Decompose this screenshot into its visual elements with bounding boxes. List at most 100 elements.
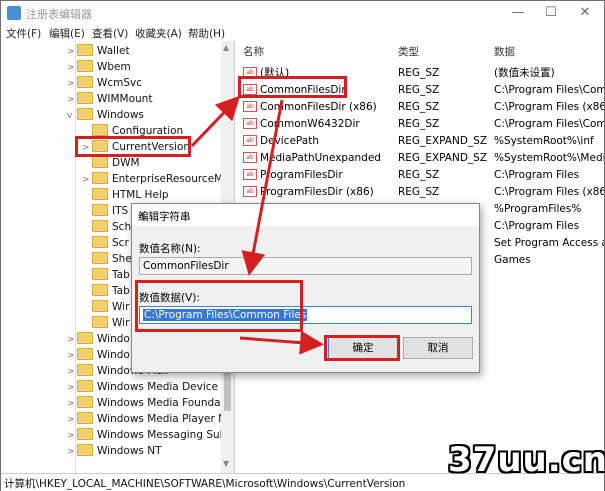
tree-item[interactable]: Scr xyxy=(82,235,129,251)
value-name: ProgramFilesDir (x86) xyxy=(260,186,374,198)
tree-item[interactable]: > Wbem xyxy=(67,59,131,75)
string-value-icon: ab xyxy=(243,151,257,163)
chevron-right-icon[interactable]: > xyxy=(67,76,77,92)
dialog-close-icon[interactable]: ✕ xyxy=(138,209,473,221)
dialog-title-bar: 编辑字符串 ✕ xyxy=(132,204,479,226)
scroll-up-icon[interactable]: ▲ xyxy=(223,43,229,52)
value-row-name[interactable]: ab ProgramFilesDir xyxy=(243,167,343,183)
value-row-type: REG_SZ xyxy=(398,118,440,130)
value-row-data: Games xyxy=(494,254,531,266)
value-row-data: C:\Program Files (x86) xyxy=(494,186,604,198)
value-name-field: CommonFilesDir xyxy=(139,257,472,275)
cancel-button[interactable]: 取消 xyxy=(403,337,473,359)
menu-view[interactable]: 查看(V) xyxy=(92,26,128,41)
scroll-down-icon[interactable]: ▼ xyxy=(223,459,229,468)
chevron-right-icon[interactable]: > xyxy=(67,444,77,460)
tree-item[interactable]: HTML Help xyxy=(82,187,169,203)
tree-item[interactable]: Wir xyxy=(82,315,129,331)
menu-favorites[interactable]: 收藏夹(A) xyxy=(135,26,182,41)
folder-icon xyxy=(77,92,93,104)
tree-item[interactable]: > Windows Messaging Subs xyxy=(67,427,232,443)
chevron-right-icon[interactable]: > xyxy=(67,44,77,60)
highlight-value-data xyxy=(135,280,303,332)
tree-item[interactable]: Sch xyxy=(82,219,131,235)
column-header-name[interactable]: 名称 xyxy=(243,44,264,59)
chevron-right-icon[interactable]: > xyxy=(67,380,77,396)
folder-icon xyxy=(77,364,93,376)
menu-help[interactable]: 帮助(H) xyxy=(188,26,225,41)
folder-icon xyxy=(77,412,93,424)
value-row-name[interactable]: ab MediaPathUnexpanded xyxy=(243,150,381,166)
tree-item-label: Tab xyxy=(112,269,130,281)
value-name: DevicePath xyxy=(260,135,319,147)
folder-icon xyxy=(77,428,93,440)
folder-icon xyxy=(92,300,108,312)
chevron-right-icon[interactable]: > xyxy=(67,364,77,380)
value-row-data: C:\Program Files xyxy=(494,220,580,232)
value-row-data: (数值未设置) xyxy=(494,67,555,79)
close-button[interactable]: ✕ xyxy=(568,1,602,25)
value-name: ProgramFilesDir xyxy=(260,169,343,181)
column-header-data[interactable]: 数据 xyxy=(494,44,515,59)
folder-icon xyxy=(77,108,93,120)
minimize-button[interactable]: — xyxy=(501,1,535,25)
title-bar: 注册表编辑器 — ☐ ✕ xyxy=(1,1,604,25)
value-row-name[interactable]: ab CommonW6432Dir xyxy=(243,116,360,132)
tree-item[interactable]: > Windows NT xyxy=(67,443,161,459)
chevron-right-icon[interactable]: > xyxy=(67,396,77,412)
folder-icon xyxy=(92,284,108,296)
tree-item[interactable]: DWM xyxy=(82,155,140,171)
tree-item[interactable]: > Windo xyxy=(67,347,130,363)
value-row-type: REG_EXPAND_SZ xyxy=(398,135,488,147)
chevron-right-icon[interactable]: > xyxy=(67,348,77,364)
tree-item[interactable]: > WIMMount xyxy=(67,91,152,107)
tree-item[interactable]: Wir xyxy=(82,299,129,315)
chevron-right-icon[interactable]: > xyxy=(67,332,77,348)
tree-item-label: Windo xyxy=(97,333,130,345)
tree-item[interactable]: > Windo xyxy=(67,331,130,347)
tree-item[interactable]: > Windows Media Foundatio xyxy=(67,395,234,411)
menu-edit[interactable]: 编辑(E) xyxy=(49,26,85,41)
menu-file[interactable]: 文件(F) xyxy=(6,26,41,41)
tree-item-label: EnterpriseResourceMa xyxy=(112,173,230,185)
tree-item[interactable]: Tab xyxy=(82,267,130,283)
tree-item[interactable]: v Windows xyxy=(67,107,144,123)
chevron-right-icon[interactable]: > xyxy=(67,60,77,76)
window-title: 注册表编辑器 xyxy=(26,8,92,21)
highlight-currentversion xyxy=(75,136,191,157)
value-name: CommonW6432Dir xyxy=(260,118,360,130)
column-header-type[interactable]: 类型 xyxy=(398,44,419,59)
tree-item-label: Wir xyxy=(112,317,130,329)
tree-item-label: Windows Media Player N xyxy=(97,413,226,425)
status-path: 计算机\HKEY_LOCAL_MACHINE\SOFTWARE\Microsof… xyxy=(4,478,406,490)
tree-item[interactable]: > Windows Media Player N xyxy=(67,411,226,427)
tree-item[interactable]: > Windows Media Device M xyxy=(67,379,230,395)
tree-item-label: She xyxy=(112,253,132,265)
chevron-right-icon[interactable]: > xyxy=(67,428,77,444)
tree-item[interactable]: > EnterpriseResourceMa xyxy=(82,171,230,187)
tree-item-label: WIMMount xyxy=(97,93,153,105)
tree-item-label: Windo xyxy=(97,349,130,361)
value-row-data: C:\Program Files\Common xyxy=(494,84,604,96)
chevron-right-icon[interactable]: > xyxy=(67,412,77,428)
tree-item-label: Scr xyxy=(112,237,129,249)
value-row-name[interactable]: ab DevicePath xyxy=(243,133,319,149)
tree-item[interactable]: ITS xyxy=(82,203,128,219)
chevron-down-icon[interactable]: v xyxy=(67,108,77,124)
folder-icon xyxy=(92,236,108,248)
value-row-name[interactable]: ab CommonFilesDir (x86) xyxy=(243,99,377,115)
tree-item-label: Tab xyxy=(112,285,130,297)
tree-item[interactable]: > Wallet xyxy=(67,43,130,59)
folder-icon xyxy=(77,76,93,88)
tree-item[interactable]: She xyxy=(82,251,132,267)
chevron-right-icon[interactable]: > xyxy=(67,92,77,108)
maximize-button[interactable]: ☐ xyxy=(534,1,568,25)
value-row-data: C:\Program Files xyxy=(494,169,580,181)
tree-item[interactable]: Tab xyxy=(82,283,130,299)
value-name: MediaPathUnexpanded xyxy=(260,152,381,164)
scrollbar-thumb[interactable] xyxy=(224,371,231,411)
tree-item[interactable]: > WcmSvc xyxy=(67,75,142,91)
tree-item-label: Sch xyxy=(112,221,132,233)
chevron-right-icon[interactable]: > xyxy=(82,172,92,188)
value-row-name[interactable]: ab ProgramFilesDir (x86) xyxy=(243,184,374,200)
